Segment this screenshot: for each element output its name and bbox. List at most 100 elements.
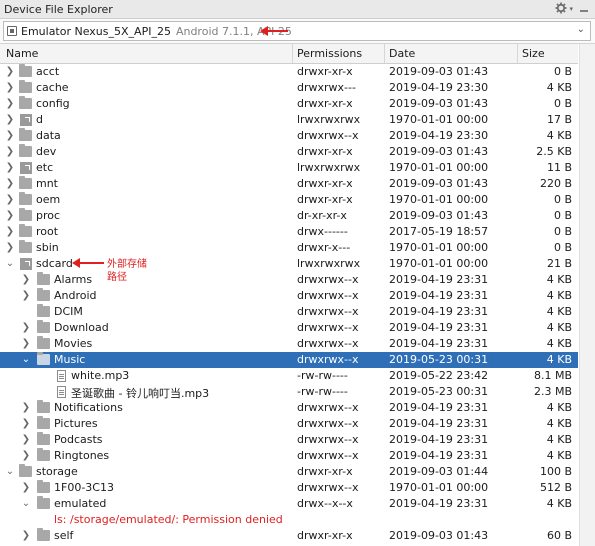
tree-row-download[interactable]: ❯ Download drwxrwx--x 2019-04-19 23:31 4… [0, 320, 578, 336]
chevron-right-icon[interactable]: ❯ [4, 113, 16, 127]
chevron-right-icon[interactable]: ❯ [20, 321, 32, 335]
chevron-right-icon[interactable]: ❯ [20, 273, 32, 287]
tree-row-mnt[interactable]: ❯ mnt drwxr-xr-x 2019-09-03 01:43 220 B [0, 176, 578, 192]
chevron-right-icon[interactable]: ❯ [20, 337, 32, 351]
tree-row-acct[interactable]: ❯ acct drwxr-xr-x 2019-09-03 01:43 0 B [0, 64, 578, 80]
tree-row-emulated[interactable]: ⌄ emulated drwx--x--x 2019-04-19 23:31 4… [0, 496, 578, 512]
folder-icon [37, 320, 50, 333]
file-size: 8.1 MB [533, 369, 572, 382]
tree-row-ringtones[interactable]: ❯ Ringtones drwxrwx--x 2019-04-19 23:31 … [0, 448, 578, 464]
tree-row-proc[interactable]: ❯ proc dr-xr-xr-x 2019-09-03 01:43 0 B [0, 208, 578, 224]
column-header-date[interactable]: Date [389, 47, 415, 60]
annotation-line: 外部存储 [107, 259, 147, 270]
chevron-right-icon[interactable]: ❯ [4, 209, 16, 223]
tree-row-sbin[interactable]: ❯ sbin drwxr-x--- 1970-01-01 00:00 0 B [0, 240, 578, 256]
column-divider[interactable] [384, 44, 385, 63]
tree-row-self[interactable]: ❯ self drwxr-xr-x 2019-09-03 01:43 60 B [0, 528, 578, 544]
file-tree: ❯ acct drwxr-xr-x 2019-09-03 01:43 0 B ❯… [0, 64, 578, 546]
tree-row-dcim[interactable]: DCIM drwxrwx--x 2019-04-19 23:31 4 KB [0, 304, 578, 320]
chevron-down-icon[interactable]: ⌄ [4, 465, 16, 479]
chevron-right-icon[interactable]: ❯ [4, 225, 16, 239]
folder-icon [37, 496, 50, 509]
tree-row-christmas-mp3[interactable]: 圣诞歌曲 - 铃儿响叮当.mp3 -rw-rw---- 2019-05-23 0… [0, 384, 578, 400]
red-arrow-annotation-top [260, 26, 288, 36]
gear-dropdown-icon[interactable]: ▾ [569, 5, 573, 13]
tree-row-storage[interactable]: ⌄ storage drwxr-xr-x 2019-09-03 01:44 10… [0, 464, 578, 480]
chevron-right-icon[interactable]: ❯ [4, 145, 16, 159]
chevron-right-icon[interactable]: ❯ [4, 129, 16, 143]
file-permissions: drwxr-xr-x [297, 177, 353, 190]
file-size: 21 B [546, 257, 572, 270]
column-divider[interactable] [292, 44, 293, 63]
tree-row-dev[interactable]: ❯ dev drwxr-xr-x 2019-09-03 01:43 2.5 KB [0, 144, 578, 160]
tree-row-d[interactable]: ❯ d lrwxrwxrwx 1970-01-01 00:00 17 B [0, 112, 578, 128]
vertical-scrollbar[interactable] [579, 44, 595, 546]
folder-icon [19, 192, 32, 205]
chevron-right-icon[interactable]: ❯ [20, 449, 32, 463]
chevron-down-icon[interactable]: ⌄ [577, 24, 585, 35]
file-size: 0 B [553, 225, 572, 238]
red-arrow-annotation-sdcard [72, 258, 104, 268]
chevron-right-icon[interactable]: ❯ [4, 161, 16, 175]
tree-row-android[interactable]: ❯ Android drwxrwx--x 2019-04-19 23:31 4 … [0, 288, 578, 304]
tree-row-white-mp3[interactable]: white.mp3 -rw-rw---- 2019-05-22 23:42 8.… [0, 368, 578, 384]
chevron-right-icon[interactable]: ❯ [20, 401, 32, 415]
chevron-down-icon[interactable]: ⌄ [4, 257, 16, 271]
file-date: 1970-01-01 00:00 [389, 481, 489, 494]
file-size: 4 KB [546, 497, 572, 510]
file-name: Alarms [54, 273, 93, 286]
window-title: Device File Explorer [4, 2, 113, 16]
chevron-right-icon[interactable]: ❯ [20, 289, 32, 303]
tree-row-oem[interactable]: ❯ oem drwxr-xr-x 1970-01-01 00:00 0 B [0, 192, 578, 208]
chevron-down-icon[interactable]: ⌄ [20, 497, 32, 511]
file-date: 2019-04-19 23:31 [389, 273, 489, 286]
tree-row-movies[interactable]: ❯ Movies drwxrwx--x 2019-04-19 23:31 4 K… [0, 336, 578, 352]
tree-row-notifications[interactable]: ❯ Notifications drwxrwx--x 2019-04-19 23… [0, 400, 578, 416]
file-date: 2019-05-22 23:42 [389, 369, 489, 382]
tree-row-cache[interactable]: ❯ cache drwxrwx--- 2019-04-19 23:30 4 KB [0, 80, 578, 96]
chevron-right-icon[interactable]: ❯ [4, 81, 16, 95]
file-permissions: drwx------ [297, 225, 348, 238]
chevron-right-icon[interactable]: ❯ [4, 65, 16, 79]
column-header-name[interactable]: Name [6, 47, 38, 60]
file-name: Ringtones [54, 449, 110, 462]
file-date: 1970-01-01 00:00 [389, 241, 489, 254]
column-divider[interactable] [517, 44, 518, 63]
file-name: Podcasts [54, 433, 103, 446]
chevron-right-icon[interactable]: ❯ [20, 529, 32, 543]
minimize-icon[interactable] [579, 3, 589, 16]
chevron-right-icon[interactable]: ❯ [4, 97, 16, 111]
tree-row-1f00-3c13[interactable]: ❯ 1F00-3C13 drwxrwx--x 1970-01-01 00:00 … [0, 480, 578, 496]
file-permissions: -rw-rw---- [297, 385, 348, 398]
gear-icon[interactable] [555, 2, 567, 17]
tree-row-alarms[interactable]: ❯ Alarms drwxrwx--x 2019-04-19 23:31 4 K… [0, 272, 578, 288]
file-size: 0 B [553, 241, 572, 254]
folder-icon [37, 272, 50, 285]
file-size: 4 KB [546, 417, 572, 430]
tree-row-root[interactable]: ❯ root drwx------ 2017-05-19 18:57 0 B [0, 224, 578, 240]
tree-row-data[interactable]: ❯ data drwxrwx--x 2019-04-19 23:30 4 KB [0, 128, 578, 144]
chevron-down-icon[interactable]: ⌄ [20, 353, 32, 367]
chevron-right-icon[interactable]: ❯ [20, 417, 32, 431]
folder-icon [19, 80, 32, 93]
tree-row-pictures[interactable]: ❯ Pictures drwxrwx--x 2019-04-19 23:31 4… [0, 416, 578, 432]
file-permissions: drwxrwx--x [297, 481, 359, 494]
column-header-permissions[interactable]: Permissions [297, 47, 362, 60]
tree-row-etc[interactable]: ❯ etc lrwxrwxrwx 1970-01-01 00:00 11 B [0, 160, 578, 176]
device-dropdown[interactable]: Emulator Nexus_5X_API_25 Android 7.1.1, … [3, 21, 591, 41]
column-header-size[interactable]: Size [522, 47, 545, 60]
folder-icon [37, 336, 50, 349]
chevron-right-icon[interactable]: ❯ [4, 193, 16, 207]
chevron-right-icon[interactable]: ❯ [4, 241, 16, 255]
file-size: 4 KB [546, 81, 572, 94]
chevron-right-icon[interactable]: ❯ [20, 433, 32, 447]
tree-row-music[interactable]: ⌄ Music drwxrwx--x 2019-05-23 00:31 4 KB [0, 352, 578, 368]
file-date: 2019-04-19 23:31 [389, 497, 489, 510]
chevron-right-icon[interactable]: ❯ [20, 481, 32, 495]
tree-row-config[interactable]: ❯ config drwxr-xr-x 2019-09-03 01:43 0 B [0, 96, 578, 112]
file-icon [57, 370, 66, 382]
file-size: 17 B [546, 113, 572, 126]
chevron-right-icon[interactable]: ❯ [4, 177, 16, 191]
file-size: 100 B [539, 465, 572, 478]
tree-row-podcasts[interactable]: ❯ Podcasts drwxrwx--x 2019-04-19 23:31 4… [0, 432, 578, 448]
